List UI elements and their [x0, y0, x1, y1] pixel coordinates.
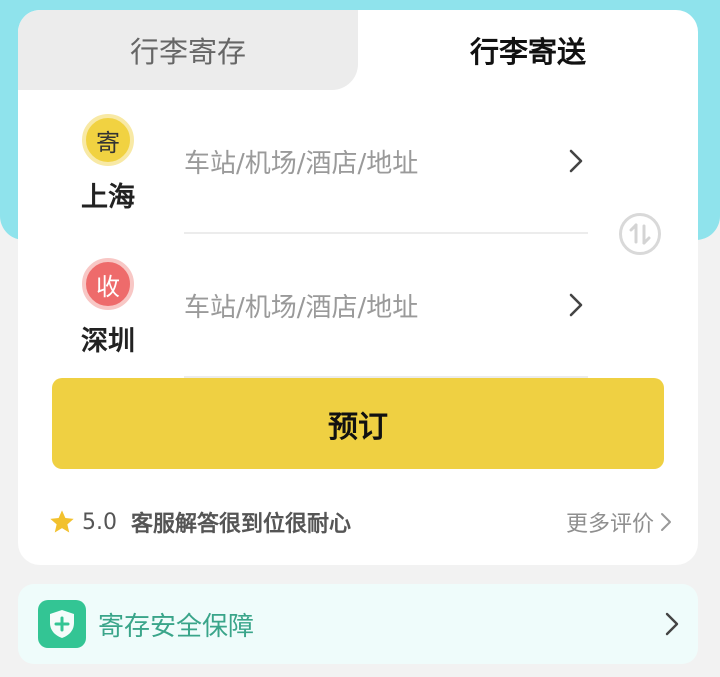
sender-badge: 寄 — [82, 114, 134, 166]
receiver-city[interactable]: 深圳 — [68, 319, 148, 358]
review-row: 5.0 客服解答很到位很耐心 更多评价 — [48, 506, 672, 538]
chevron-right-icon — [569, 149, 583, 173]
tab-luggage-delivery[interactable]: 行李寄送 — [358, 10, 698, 90]
sender-address-field[interactable]: 车站/机场/酒店/地址 — [184, 131, 588, 191]
sender-address-placeholder: 车站/机场/酒店/地址 — [184, 148, 419, 179]
review-text: 客服解答很到位很耐心 — [131, 512, 352, 537]
receiver-address-placeholder: 车站/机场/酒店/地址 — [184, 292, 419, 323]
chevron-right-icon — [661, 513, 671, 531]
storage-safety-banner[interactable]: 寄存安全保障 — [18, 584, 698, 664]
shield-plus-icon — [38, 600, 86, 648]
booking-card: 行李寄存 行李寄送 寄 上海 车站/机场/酒店/地址 收 深圳 车站/机场/酒店… — [18, 10, 698, 565]
receiver-badge: 收 — [82, 258, 134, 310]
tab-luggage-storage[interactable]: 行李寄存 — [18, 10, 358, 90]
review-score: 5.0 — [82, 509, 117, 535]
chevron-right-icon — [569, 293, 583, 317]
receiver-address-field[interactable]: 车站/机场/酒店/地址 — [184, 275, 588, 335]
more-reviews-label: 更多评价 — [565, 512, 654, 537]
swap-icon[interactable] — [619, 213, 661, 255]
chevron-right-icon — [665, 612, 679, 636]
sender-city[interactable]: 上海 — [68, 175, 148, 214]
storage-safety-label: 寄存安全保障 — [98, 611, 255, 642]
divider — [184, 232, 588, 234]
book-button[interactable]: 预订 — [52, 378, 664, 469]
star-icon — [50, 510, 74, 533]
more-reviews-link[interactable]: 更多评价 — [566, 506, 672, 538]
